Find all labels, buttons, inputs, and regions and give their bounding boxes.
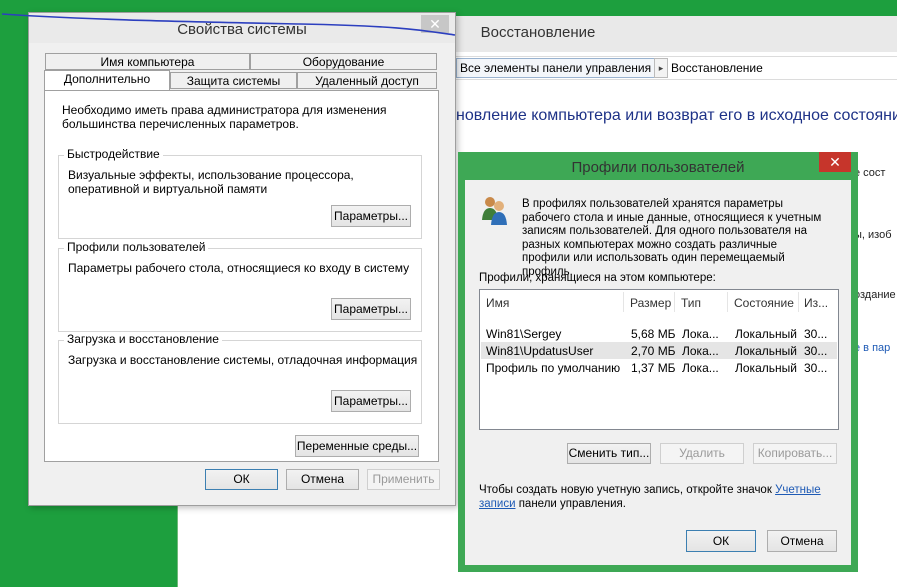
delete-button[interactable]: Удалить — [660, 443, 744, 464]
column-header-name[interactable]: Имя — [486, 296, 509, 310]
recovery-text-1: е сост — [854, 167, 886, 179]
performance-settings-button[interactable]: Параметры... — [331, 205, 411, 227]
page-heading: новление компьютера или возврат его в ис… — [456, 107, 897, 124]
profiles-list-label: Профили, хранящиеся на этом компьютере: — [479, 272, 716, 284]
cell-modified: 30... — [804, 361, 828, 375]
profiles-description: В профилях пользователей хранятся параме… — [522, 198, 822, 278]
tab-computer-name[interactable]: Имя компьютера — [45, 53, 250, 70]
user-profiles-description: Параметры рабочего стола, относящиеся ко… — [68, 261, 410, 275]
cell-modified: 30... — [804, 327, 828, 341]
ok-button[interactable]: ОК — [686, 530, 756, 552]
user-profiles-body: В профилях пользователей хранятся параме… — [465, 180, 851, 565]
admin-note: Необходимо иметь права администратора дл… — [62, 103, 387, 131]
column-divider[interactable] — [798, 292, 799, 312]
tab-system-protection[interactable]: Защита системы — [170, 72, 297, 89]
pen-annotation-stroke — [1, 13, 456, 36]
apply-button[interactable]: Применить — [367, 469, 440, 490]
close-icon[interactable]: ✕ — [819, 152, 851, 172]
cell-type: Лока... — [682, 361, 719, 375]
tab-remote[interactable]: Удаленный доступ — [297, 72, 437, 89]
user-profiles-dialog: Профили пользователей ✕ В профилях польз… — [458, 152, 858, 572]
startup-recovery-description: Загрузка и восстановление системы, отлад… — [68, 353, 418, 367]
cell-size: 2,70 МБ — [631, 344, 676, 358]
cell-size: 5,68 МБ — [631, 327, 676, 341]
tab-hardware[interactable]: Оборудование — [250, 53, 437, 70]
user-profiles-group-label: Профили пользователей — [64, 240, 209, 254]
breadcrumb-all-control-panel-items[interactable]: Все элементы панели управления — [456, 58, 656, 78]
advanced-tab-panel: Необходимо иметь права администратора дл… — [44, 90, 439, 462]
cell-type: Лока... — [682, 327, 719, 341]
user-profiles-settings-button[interactable]: Параметры... — [331, 298, 411, 320]
profiles-list[interactable]: Имя Размер Тип Состояние Из... Win81\Ser… — [479, 289, 839, 430]
cancel-button[interactable]: Отмена — [286, 469, 359, 490]
footer-text-end: панели управления. — [518, 497, 626, 510]
cell-name: Win81\UpdatusUser — [486, 344, 594, 358]
recovery-text-2: ы, изоб — [854, 229, 892, 241]
cell-name: Профиль по умолчанию — [486, 361, 621, 375]
column-divider[interactable] — [727, 292, 728, 312]
startup-recovery-group-label: Загрузка и восстановление — [64, 332, 222, 346]
ok-button[interactable]: ОК — [205, 469, 278, 490]
column-divider[interactable] — [623, 292, 624, 312]
cell-name: Win81\Sergey — [486, 327, 562, 341]
environment-variables-button[interactable]: Переменные среды... — [295, 435, 419, 457]
breadcrumb-chevron-icon[interactable]: ▸ — [654, 58, 668, 78]
cell-state: Локальный — [735, 361, 797, 375]
change-type-button[interactable]: Сменить тип... — [567, 443, 651, 464]
recovery-link[interactable]: е в пар — [854, 342, 890, 354]
cell-size: 1,37 МБ — [631, 361, 676, 375]
breadcrumb-current[interactable]: Восстановление — [671, 58, 763, 78]
performance-group-label: Быстродействие — [64, 147, 163, 161]
column-divider[interactable] — [674, 292, 675, 312]
cell-state: Локальный — [735, 344, 797, 358]
users-icon — [482, 197, 507, 225]
footer-text: Чтобы создать новую учетную запись, откр… — [479, 484, 772, 496]
column-header-modified[interactable]: Из... — [804, 296, 828, 310]
copy-button[interactable]: Копировать... — [753, 443, 837, 464]
table-row[interactable]: Win81\Sergey 5,68 МБ Лока... Локальный 3… — [481, 325, 837, 342]
cell-type: Лока... — [682, 344, 719, 358]
cell-modified: 30... — [804, 344, 828, 358]
tab-advanced[interactable]: Дополнительно — [44, 70, 170, 90]
recovery-text-3: оздание — [854, 289, 896, 301]
user-profiles-title: Профили пользователей — [571, 159, 745, 176]
startup-recovery-settings-button[interactable]: Параметры... — [331, 390, 411, 412]
cell-state: Локальный — [735, 327, 797, 341]
profiles-footer: Чтобы создать новую учетную запись, откр… — [479, 484, 829, 511]
cancel-button[interactable]: Отмена — [767, 530, 837, 552]
column-header-size[interactable]: Размер — [630, 296, 671, 310]
table-row[interactable]: Win81\UpdatusUser 2,70 МБ Лока... Локаль… — [481, 342, 837, 359]
system-properties-dialog: Свойства системы ✕ Имя компьютера Оборуд… — [28, 12, 456, 506]
column-header-type[interactable]: Тип — [681, 296, 701, 310]
column-header-state[interactable]: Состояние — [734, 296, 794, 310]
performance-description: Визуальные эффекты, использование процес… — [68, 168, 354, 196]
table-row[interactable]: Профиль по умолчанию 1,37 МБ Лока... Лок… — [481, 359, 837, 376]
